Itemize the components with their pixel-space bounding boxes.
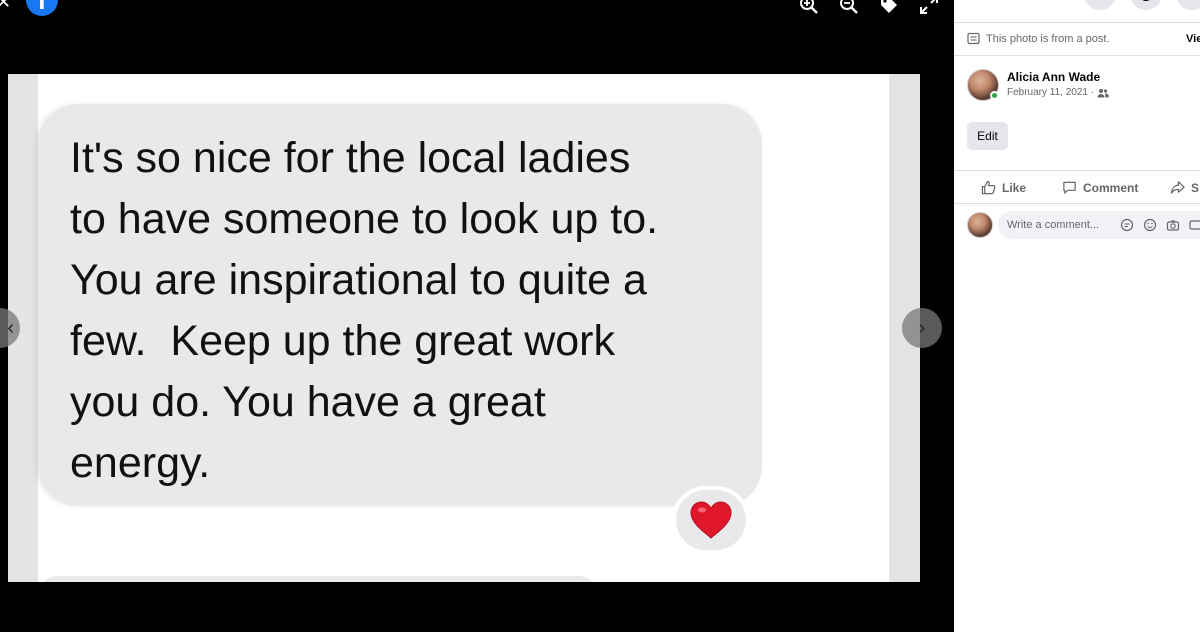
close-icon[interactable]: ✕ <box>0 0 11 13</box>
edit-button[interactable]: Edit <box>967 122 1008 150</box>
message-bubble: It's so nice for the local ladies to hav… <box>38 104 762 506</box>
view-post-link[interactable]: Vie <box>1186 33 1200 45</box>
comment-icon <box>1063 181 1076 194</box>
bell-icon <box>1185 0 1199 4</box>
divider <box>954 203 1200 204</box>
grid-menu-icon <box>1093 0 1107 4</box>
photo-image: It's so nice for the local ladies to hav… <box>8 74 920 582</box>
message-screenshot: It's so nice for the local ladies to hav… <box>38 74 889 582</box>
avatar-sticker-icon[interactable] <box>1120 218 1134 232</box>
comment-placeholder: Write a comment... <box>1007 219 1100 231</box>
share-button[interactable]: S <box>1170 180 1199 195</box>
avatar[interactable] <box>967 69 999 101</box>
fullscreen-icon[interactable] <box>918 0 940 16</box>
tag-icon[interactable] <box>878 0 900 16</box>
menu-button[interactable] <box>1084 0 1116 10</box>
from-post-notice: This photo is from a post. <box>967 32 1110 45</box>
divider <box>954 170 1200 171</box>
zoom-out-icon[interactable] <box>838 0 860 16</box>
post-date[interactable]: February 11, 2021 · <box>1007 87 1094 98</box>
camera-icon[interactable] <box>1166 218 1180 232</box>
like-label: Like <box>1002 180 1027 195</box>
heart-reaction <box>672 486 750 554</box>
online-status-icon <box>990 91 999 100</box>
messenger-button[interactable] <box>1130 0 1162 10</box>
share-label: S <box>1191 180 1200 195</box>
from-post-text: This photo is from a post. <box>986 32 1110 45</box>
photo-viewer: ✕ f It's so nice for the local ladies to… <box>0 0 954 632</box>
next-photo-button[interactable]: › <box>902 308 942 348</box>
thumbs-up-icon <box>981 180 996 195</box>
avatar[interactable] <box>967 212 993 238</box>
post-author: Alicia Ann Wade February 11, 2021 · <box>967 69 1109 101</box>
chevron-right-icon: › <box>918 316 926 339</box>
comment-label: Comment <box>1083 180 1139 195</box>
comment-button[interactable]: Comment <box>1062 180 1138 195</box>
gif-icon[interactable] <box>1189 218 1200 232</box>
heart-icon <box>690 501 732 539</box>
next-message-bubble <box>38 576 598 582</box>
divider <box>954 55 1200 56</box>
friends-icon[interactable] <box>1097 88 1109 98</box>
top-nav-buttons <box>1084 0 1200 10</box>
photo-sidebar: This photo is from a post. Vie Alicia An… <box>954 0 1200 632</box>
author-name[interactable]: Alicia Ann Wade <box>1007 70 1109 84</box>
post-icon <box>967 32 980 45</box>
viewer-toolbar <box>798 0 940 16</box>
chevron-left-icon: ‹ <box>7 316 14 339</box>
emoji-icon[interactable] <box>1143 218 1157 232</box>
zoom-in-icon[interactable] <box>798 0 820 16</box>
comment-input[interactable]: Write a comment... <box>998 211 1200 239</box>
like-button[interactable]: Like <box>981 180 1026 195</box>
share-icon <box>1170 181 1185 194</box>
comment-composer: Write a comment... <box>967 211 1200 239</box>
divider <box>954 22 1200 23</box>
facebook-logo-icon[interactable]: f <box>26 0 58 16</box>
notifications-button[interactable] <box>1176 0 1200 10</box>
messenger-icon <box>1142 0 1150 1</box>
message-text: It's so nice for the local ladies to hav… <box>70 134 659 487</box>
